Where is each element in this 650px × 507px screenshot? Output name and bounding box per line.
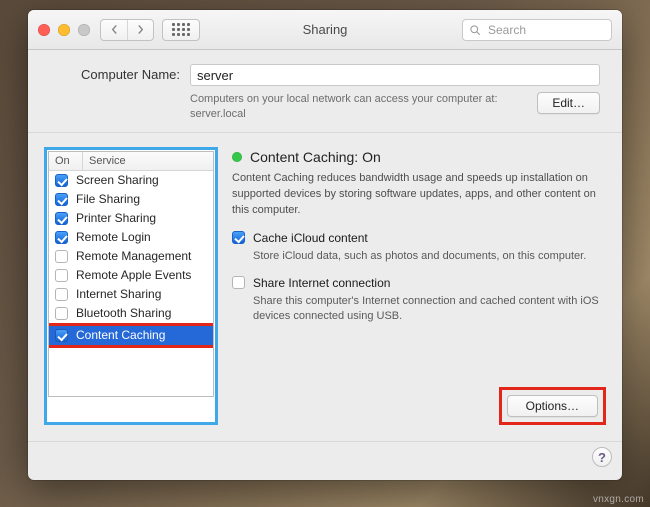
service-name: Remote Management bbox=[76, 249, 191, 263]
service-row[interactable]: Bluetooth Sharing bbox=[49, 304, 213, 323]
share-internet-option[interactable]: Share Internet connection bbox=[232, 276, 606, 290]
service-row[interactable]: Remote Apple Events bbox=[49, 266, 213, 285]
service-name: Remote Apple Events bbox=[76, 268, 191, 282]
help-button[interactable]: ? bbox=[592, 447, 612, 467]
computer-name-hint: Computers on your local network can acce… bbox=[190, 92, 525, 107]
service-description: Content Caching reduces bandwidth usage … bbox=[232, 171, 606, 219]
computer-local-hostname: server.local bbox=[190, 107, 525, 122]
service-checkbox[interactable] bbox=[55, 193, 68, 206]
nav-segment bbox=[100, 19, 154, 41]
options-button-highlight: Options… bbox=[499, 387, 606, 425]
chevron-left-icon bbox=[110, 25, 119, 34]
search-field[interactable] bbox=[462, 19, 612, 41]
service-checkbox[interactable] bbox=[55, 250, 68, 263]
detail-pane: Content Caching: On Content Caching redu… bbox=[232, 147, 606, 425]
service-row[interactable]: Remote Management bbox=[49, 247, 213, 266]
service-row-highlight: Content Caching bbox=[48, 323, 214, 348]
service-checkbox[interactable] bbox=[55, 329, 68, 342]
service-list[interactable]: On Service Screen Sharing File Sharing Pri… bbox=[48, 151, 214, 397]
watermark: vnxgn.com bbox=[593, 494, 644, 505]
edit-button[interactable]: Edit… bbox=[537, 92, 600, 114]
grid-icon bbox=[172, 23, 190, 36]
close-icon[interactable] bbox=[38, 24, 50, 36]
service-checkbox[interactable] bbox=[55, 212, 68, 225]
bottom-bar: ? bbox=[28, 441, 622, 473]
window-controls bbox=[38, 24, 90, 36]
service-list-highlight: On Service Screen Sharing File Sharing Pri… bbox=[44, 147, 218, 425]
chevron-right-icon bbox=[136, 25, 145, 34]
service-name: Printer Sharing bbox=[76, 211, 156, 225]
minimize-icon[interactable] bbox=[58, 24, 70, 36]
service-name: File Sharing bbox=[76, 192, 140, 206]
service-name: Remote Login bbox=[76, 230, 151, 244]
show-all-button[interactable] bbox=[162, 19, 200, 41]
share-internet-checkbox[interactable] bbox=[232, 276, 245, 289]
computer-name-label: Computer Name: bbox=[50, 64, 180, 82]
service-row[interactable]: Screen Sharing bbox=[49, 171, 213, 190]
back-button[interactable] bbox=[101, 20, 127, 40]
service-row[interactable]: Printer Sharing bbox=[49, 209, 213, 228]
service-checkbox[interactable] bbox=[55, 307, 68, 320]
service-name: Content Caching bbox=[76, 328, 165, 342]
preferences-window: Sharing Computer Name: Computers on your… bbox=[28, 10, 622, 480]
computer-name-section: Computer Name: Computers on your local n… bbox=[28, 50, 622, 133]
service-list-header: On Service bbox=[49, 152, 213, 171]
search-input[interactable] bbox=[486, 22, 605, 38]
zoom-icon[interactable] bbox=[78, 24, 90, 36]
share-internet-label: Share Internet connection bbox=[253, 276, 390, 290]
cache-icloud-option[interactable]: Cache iCloud content bbox=[232, 231, 606, 245]
column-on: On bbox=[49, 152, 83, 170]
service-name: Internet Sharing bbox=[76, 287, 161, 301]
service-checkbox[interactable] bbox=[55, 288, 68, 301]
cache-icloud-sub: Store iCloud data, such as photos and do… bbox=[253, 249, 606, 264]
titlebar: Sharing bbox=[28, 10, 622, 50]
computer-name-input[interactable] bbox=[190, 64, 600, 86]
service-row[interactable]: Internet Sharing bbox=[49, 285, 213, 304]
column-service: Service bbox=[83, 152, 213, 170]
service-checkbox[interactable] bbox=[55, 174, 68, 187]
service-row[interactable]: File Sharing bbox=[49, 190, 213, 209]
service-row[interactable]: Remote Login bbox=[49, 228, 213, 247]
options-button[interactable]: Options… bbox=[507, 395, 598, 417]
status-dot-icon bbox=[232, 152, 242, 162]
status-text: Content Caching: On bbox=[250, 149, 381, 165]
search-icon bbox=[469, 24, 481, 36]
service-checkbox[interactable] bbox=[55, 269, 68, 282]
main-content: On Service Screen Sharing File Sharing Pri… bbox=[28, 133, 622, 441]
cache-icloud-label: Cache iCloud content bbox=[253, 231, 368, 245]
service-row[interactable]: Content Caching bbox=[49, 326, 213, 345]
share-internet-sub: Share this computer's Internet connectio… bbox=[253, 294, 606, 325]
service-name: Bluetooth Sharing bbox=[76, 306, 171, 320]
cache-icloud-checkbox[interactable] bbox=[232, 231, 245, 244]
service-status: Content Caching: On bbox=[232, 149, 606, 165]
service-checkbox[interactable] bbox=[55, 231, 68, 244]
service-name: Screen Sharing bbox=[76, 173, 159, 187]
forward-button[interactable] bbox=[127, 20, 153, 40]
